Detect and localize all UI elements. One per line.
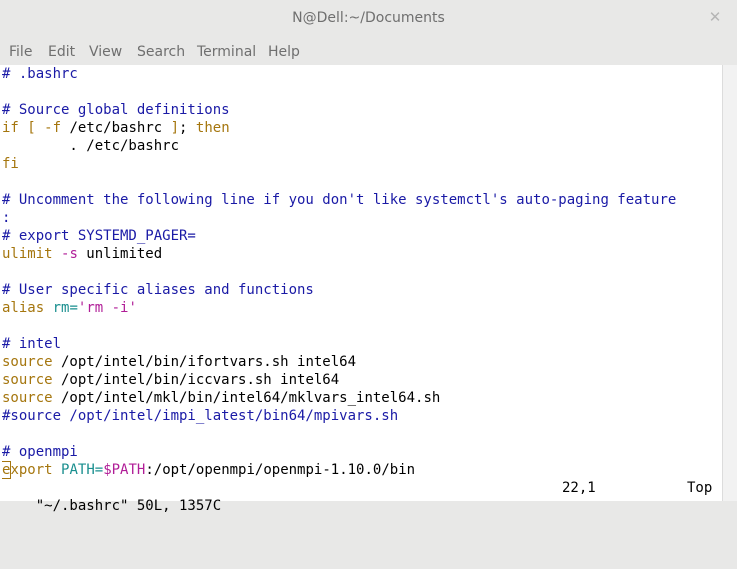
code-token: -f (44, 120, 62, 136)
code-token: . /etc/bashrc (2, 138, 180, 154)
code-line: # intel (2, 335, 722, 353)
code-line: export PATH=$PATH:/opt/openmpi/openmpi-1… (2, 461, 722, 479)
code-line: # openmpi (2, 443, 722, 461)
scroll-position: Top (687, 480, 713, 496)
code-token: source (2, 372, 53, 388)
code-token: rm= (52, 300, 78, 316)
code-token: # Source global definitions (2, 102, 230, 118)
code-line: # Uncomment the following line if you do… (2, 191, 722, 209)
code-token: :/opt/openmpi/openmpi-1.10.0/bin (145, 462, 416, 478)
code-line: fi (2, 155, 722, 173)
code-token: unlimited (77, 246, 163, 262)
code-line: source /opt/intel/bin/ifortvars.sh intel… (2, 353, 722, 371)
code-token: ulimit (2, 246, 53, 262)
text-cursor: e (2, 461, 12, 479)
menu-terminal[interactable]: Terminal (197, 44, 256, 60)
window-title: N@Dell:~/Documents (292, 10, 445, 26)
code-token: 'rm -i' (77, 300, 137, 316)
file-info: "~/.bashrc" 50L, 1357C (35, 498, 222, 514)
code-token: ; (179, 120, 196, 136)
code-line: alias rm='rm -i' (2, 299, 722, 317)
scrollbar[interactable] (722, 65, 737, 501)
menu-bar: File Edit View Search Terminal Help (0, 38, 737, 65)
code-token: then (195, 120, 230, 136)
code-line: # .bashrc (2, 65, 722, 83)
code-token: : (2, 210, 11, 226)
code-token: # intel (2, 336, 62, 352)
menu-edit[interactable]: Edit (48, 44, 75, 60)
code-line: ulimit -s unlimited (2, 245, 722, 263)
code-token: # User specific aliases and functions (2, 282, 314, 298)
editor-buffer[interactable]: # .bashrc # Source global definitions if [… (2, 65, 722, 479)
code-token: source (2, 390, 53, 406)
title-bar: N@Dell:~/Documents ✕ (0, 0, 737, 38)
code-token: alias (2, 300, 45, 316)
code-token: /opt/intel/bin/ifortvars.sh intel64 (52, 354, 357, 370)
code-token: export (2, 461, 53, 479)
code-token: fi (2, 156, 19, 172)
code-token: PATH= (61, 462, 104, 478)
code-token: $PATH (103, 462, 146, 478)
terminal-area[interactable]: # .bashrc # Source global definitions if [… (0, 65, 737, 514)
cursor-position: 22,1 (562, 480, 596, 496)
menu-file[interactable]: File (9, 44, 32, 60)
code-line: #source /opt/intel/impi_latest/bin64/mpi… (2, 407, 722, 425)
code-token: # export SYSTEMD_PAGER= (2, 228, 196, 244)
code-token: [ (27, 120, 36, 136)
code-line: # export SYSTEMD_PAGER= (2, 227, 722, 245)
code-token: source (2, 354, 53, 370)
code-token: if (2, 120, 19, 136)
code-token: /etc/bashrc (61, 120, 171, 136)
code-token: # .bashrc (2, 66, 78, 82)
code-line: # Source global definitions (2, 101, 722, 119)
code-line: source /opt/intel/mkl/bin/intel64/mklvar… (2, 389, 722, 407)
close-icon[interactable]: ✕ (707, 9, 723, 25)
vim-status-line: "~/.bashrc" 50L, 1357C 22,1 Top (2, 479, 722, 514)
code-token: /opt/intel/mkl/bin/intel64/mklvars_intel… (52, 390, 441, 406)
code-token: # Uncomment the following line if you do… (2, 192, 677, 208)
code-line: # User specific aliases and functions (2, 281, 722, 299)
code-token: #source /opt/intel/impi_latest/bin64/mpi… (2, 408, 399, 424)
code-token: # openmpi (2, 444, 78, 460)
code-line: if [ -f /etc/bashrc ]; then (2, 119, 722, 137)
code-line: : (2, 209, 722, 227)
code-token: ] (170, 120, 180, 136)
menu-search[interactable]: Search (137, 44, 185, 60)
code-line: source /opt/intel/bin/iccvars.sh intel64 (2, 371, 722, 389)
code-token: /opt/intel/bin/iccvars.sh intel64 (52, 372, 340, 388)
menu-help[interactable]: Help (268, 44, 300, 60)
menu-view[interactable]: View (89, 44, 122, 60)
code-line: . /etc/bashrc (2, 137, 722, 155)
code-token: -s (61, 246, 78, 262)
